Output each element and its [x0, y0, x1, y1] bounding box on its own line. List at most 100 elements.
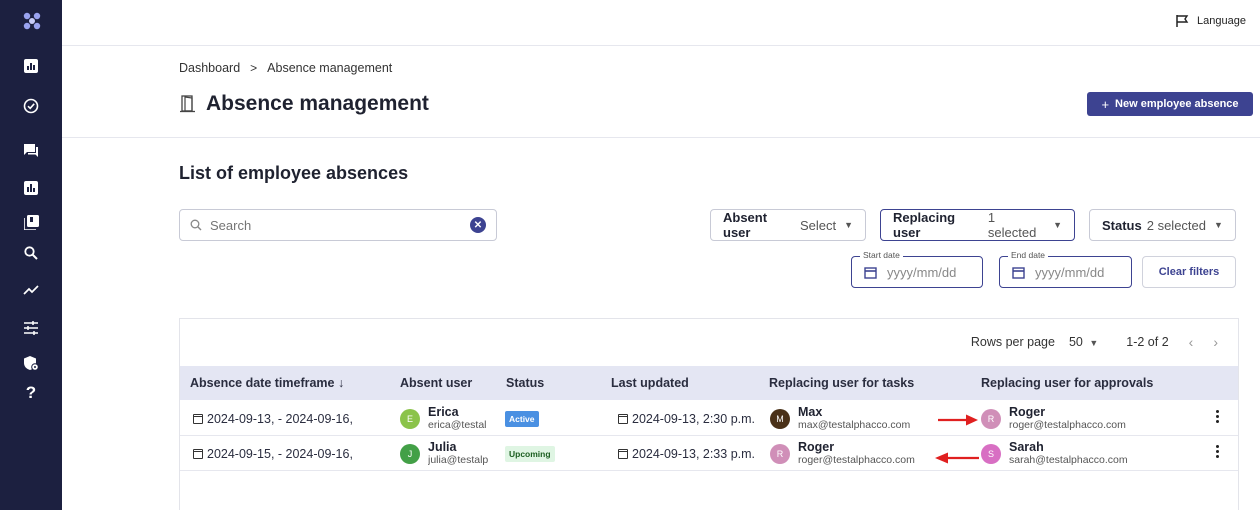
header-replacing-approvals[interactable]: Replacing user for approvals: [981, 376, 1153, 390]
user-name: Julia: [428, 441, 457, 455]
rows-per-page-value: 50: [1068, 335, 1083, 349]
clear-filters-button[interactable]: Clear filters: [1142, 256, 1236, 288]
security-icon[interactable]: [21, 353, 41, 373]
header-timeframe[interactable]: Absence date timeframe ↓: [190, 376, 344, 390]
last-updated-value: 2024-09-13, 2:33 p.m.: [632, 446, 755, 461]
trending-icon[interactable]: [21, 280, 41, 300]
header-timeframe-label: Absence date timeframe: [190, 376, 335, 390]
header-absent-user[interactable]: Absent user: [400, 376, 472, 390]
header-divider: [62, 137, 1260, 138]
user-name: Roger: [798, 441, 835, 455]
calendar-icon: [193, 448, 203, 459]
table-row[interactable]: 2024-09-13, - 2024-09-16, E Erica erica@t…: [180, 401, 1238, 436]
status-cell: Active: [505, 401, 539, 436]
header-status[interactable]: Status: [506, 376, 544, 390]
last-updated-value: 2024-09-13, 2:30 p.m.: [632, 411, 755, 426]
next-page-icon[interactable]: ›: [1213, 334, 1218, 350]
pagination: Rows per page 50 ▼ 1-2 of 2 ‹ ›: [971, 319, 1238, 365]
help-icon[interactable]: ?: [21, 383, 41, 403]
user-name: Max: [798, 406, 823, 420]
language-label: Language: [1197, 15, 1246, 27]
replacing-tasks-cell: M Max max@testalphacco.com: [770, 401, 910, 436]
user-email: erica@testal: [428, 418, 487, 431]
annotation-arrow-left-icon: [935, 452, 979, 464]
chevron-down-icon: ▼: [1214, 220, 1223, 230]
bar-chart-icon[interactable]: [21, 178, 41, 198]
language-selector[interactable]: Language: [1175, 14, 1246, 28]
row-actions-icon[interactable]: [1214, 445, 1220, 458]
status-badge: Active: [505, 410, 539, 427]
avatar: J: [400, 443, 420, 464]
status-filter-label: Status: [1102, 217, 1142, 233]
user-email: roger@testalphacco.com: [1009, 418, 1126, 431]
absent-user-filter-value: Select: [799, 217, 837, 233]
status-cell: Upcoming: [505, 436, 555, 471]
pagination-range: 1-2 of 2: [1126, 335, 1169, 349]
avatar: R: [981, 408, 1001, 429]
absent-user-cell: J Julia julia@testalp: [400, 436, 500, 471]
chat-icon[interactable]: [21, 140, 41, 160]
rows-per-page-label: Rows per page: [970, 335, 1055, 349]
timeframe-cell: 2024-09-13, - 2024-09-16,: [193, 401, 353, 436]
absent-user-filter[interactable]: Absent user Select ▼: [710, 209, 866, 241]
section-title: List of employee absences: [179, 163, 409, 183]
sort-arrow-icon: ↓: [338, 376, 345, 390]
header-last-updated[interactable]: Last updated: [611, 376, 689, 390]
end-date-placeholder: yyyy/mm/dd: [1035, 264, 1105, 280]
calendar-icon: [618, 413, 628, 424]
tune-icon[interactable]: [21, 318, 41, 338]
absent-user-filter-label: Absent user: [723, 210, 768, 240]
start-date-field[interactable]: Start date yyyy/mm/dd: [851, 250, 983, 288]
row-actions-icon[interactable]: [1214, 410, 1220, 423]
avatar: E: [400, 408, 420, 429]
last-updated-cell: 2024-09-13, 2:30 p.m.: [618, 401, 755, 436]
user-email: max@testalphacco.com: [798, 418, 911, 431]
user-email: sarah@testalphacco.com: [1009, 453, 1128, 466]
previous-page-icon[interactable]: ‹: [1189, 334, 1194, 350]
user-name: Erica: [428, 406, 459, 420]
avatar: M: [770, 408, 790, 429]
page-header: Absence management: [180, 92, 429, 116]
breadcrumb-dashboard[interactable]: Dashboard: [179, 61, 240, 75]
last-updated-cell: 2024-09-13, 2:33 p.m.: [618, 436, 755, 471]
replacing-user-filter[interactable]: Replacing user 1 selected ▼: [880, 209, 1075, 241]
chevron-down-icon: ▼: [1053, 220, 1062, 230]
breadcrumb: Dashboard > Absence management: [179, 61, 392, 75]
chevron-down-icon: ▼: [844, 220, 853, 230]
avatar: S: [981, 443, 1001, 464]
library-icon[interactable]: [21, 212, 41, 232]
rows-per-page-select[interactable]: 50 ▼: [1069, 335, 1098, 349]
table-row[interactable]: 2024-09-15, - 2024-09-16, J Julia julia@t…: [180, 436, 1238, 471]
table-header: Absence date timeframe ↓ Absent user Sta…: [180, 366, 1238, 400]
avatar: R: [770, 443, 790, 464]
replacing-approvals-cell: R Roger roger@testalphacco.com: [981, 401, 1126, 436]
calendar-icon: [1012, 266, 1025, 279]
start-date-label: Start date: [860, 250, 903, 260]
search-input[interactable]: [210, 217, 462, 233]
flag-icon: [1176, 15, 1189, 27]
new-employee-absence-button[interactable]: + New employee absence: [1087, 92, 1253, 116]
logo-icon[interactable]: [21, 10, 43, 32]
replacing-tasks-cell: R Roger roger@testalphacco.com: [770, 436, 915, 471]
calendar-icon: [193, 413, 203, 424]
search-field[interactable]: ✕: [179, 209, 497, 241]
replacing-user-filter-label: Replacing user: [893, 210, 956, 240]
absences-table: Rows per page 50 ▼ 1-2 of 2 ‹ › Absence …: [179, 318, 1239, 510]
annotation-arrow-right-icon: [938, 414, 978, 426]
search-icon[interactable]: [21, 243, 41, 263]
check-circle-icon[interactable]: [21, 96, 41, 116]
status-filter[interactable]: Status 2 selected ▼: [1089, 209, 1236, 241]
status-badge: Upcoming: [505, 445, 555, 462]
user-name: Sarah: [1009, 441, 1044, 455]
breadcrumb-current: Absence management: [267, 61, 393, 75]
clear-search-icon[interactable]: ✕: [470, 217, 486, 233]
calendar-icon: [618, 448, 628, 459]
dashboard-icon[interactable]: [21, 56, 41, 76]
status-filter-value: 2 selected: [1146, 217, 1206, 233]
door-icon: [180, 95, 195, 113]
header-replacing-tasks[interactable]: Replacing user for tasks: [769, 376, 914, 390]
end-date-field[interactable]: End date yyyy/mm/dd: [999, 250, 1132, 288]
plus-icon: +: [1101, 96, 1110, 112]
absent-user-cell: E Erica erica@testal: [400, 401, 500, 436]
replacing-user-filter-value: 1 selected: [987, 210, 1037, 240]
